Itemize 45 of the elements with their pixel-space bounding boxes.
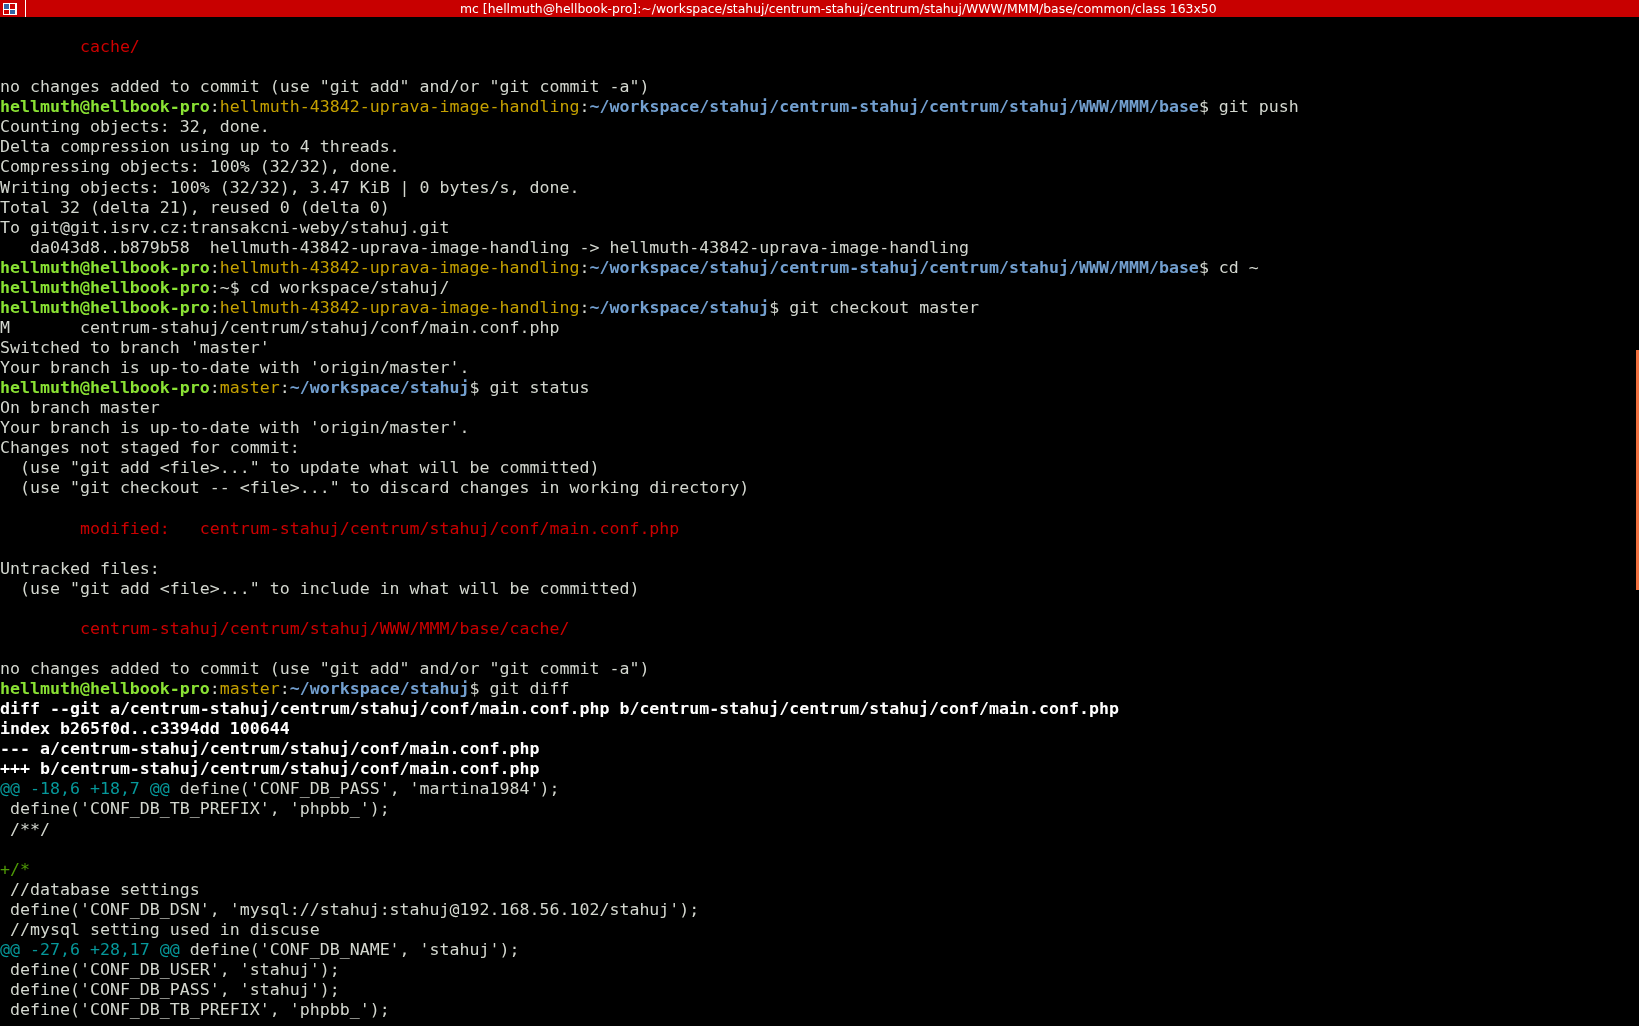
- terminal-line: +++ b/centrum-stahuj/centrum/stahuj/conf/main.conf.php: [0, 759, 540, 780]
- terminal-line: //database settings: [9, 879, 200, 900]
- terminal-line: define('CONF_DB_DSN', 'mysql://stahuj:stahuj@192.168.56.102/stahuj');: [9, 899, 700, 920]
- terminal-line: @@ -27,6 +28,17 @@ define('CONF_DB_NAME', 'stahuj');: [0, 939, 520, 960]
- terminal-line: hellmuth@hellbook-pro:hellmuth-43842-uprava-image-handling:~/workspace/stahuj/centrum-stahuj/centrum/stahuj/WWW/MMM/base$ cd ~: [0, 257, 1259, 278]
- terminal-line: Your branch is up-to-date with 'origin/master'.: [0, 418, 470, 439]
- terminal-line: --- a/centrum-stahuj/centrum/stahuj/conf/main.conf.php: [0, 739, 540, 760]
- terminal-line: //mysql setting used in discuse: [9, 919, 320, 940]
- terminal-line: Delta compression using up to 4 threads.: [0, 137, 400, 158]
- terminal-line: no changes added to commit (use "git add" and/or "git commit -a"): [0, 659, 650, 680]
- terminal-line: hellmuth@hellbook-pro:hellmuth-43842-uprava-image-handling:~/workspace/stahuj/centrum-stahuj/centrum/stahuj/WWW/MMM/base$ git push: [0, 97, 1299, 118]
- terminal-line: Changes not staged for commit:: [0, 438, 300, 459]
- terminal-line: define('CONF_DB_USER', 'stahuj');: [9, 959, 340, 980]
- terminal-line: @@ -18,6 +18,7 @@ define('CONF_DB_PASS', 'martina1984');: [0, 779, 560, 800]
- terminal-line: Total 32 (delta 21), reused 0 (delta 0): [0, 197, 390, 218]
- terminal-line: On branch master: [0, 398, 160, 419]
- terminal-line: To git@git.isrv.cz:transakcni-weby/stahuj.git: [0, 217, 450, 238]
- terminal-line: define('CONF_DB_TB_PREFIX', 'phpbb_');: [9, 1000, 390, 1021]
- terminal-line: cache/: [78, 37, 140, 58]
- terminal-line: hellmuth@hellbook-pro:~$ cd workspace/stahuj/: [0, 277, 450, 298]
- window-title: mc [hellmuth@hellbook-pro]:~/workspace/stahuj/centrum-stahuj/centrum/stahuj/WWW/MMM/base/common/class 163x50: [460, 0, 1217, 17]
- terminal-line: Compressing objects: 100% (32/32), done.: [0, 157, 400, 178]
- terminal-line: (use "git add <file>..." to update what will be committed): [18, 458, 600, 479]
- terminal-line: no changes added to commit (use "git add" and/or "git commit -a"): [0, 77, 650, 98]
- terminal-line: da043d8..b879b58 hellmuth-43842-uprava-image-handling -> hellmuth-43842-uprava-image-handling: [28, 237, 970, 258]
- terminal-line: Switched to branch 'master': [0, 338, 270, 359]
- terminal-line: Your branch is up-to-date with 'origin/master'.: [0, 358, 470, 379]
- terminal-line: +/*: [0, 859, 30, 880]
- terminal-line: (use "git add <file>..." to include in what will be committed): [18, 578, 640, 599]
- terminal-line: Untracked files:: [0, 558, 160, 579]
- terminal-line: M centrum-stahuj/centrum/stahuj/conf/main.conf.php: [0, 317, 560, 338]
- terminal-line: centrum-stahuj/centrum/stahuj/WWW/MMM/base/cache/: [78, 618, 570, 639]
- terminal-line: define('CONF_DB_PASS', 'stahuj');: [9, 980, 340, 1001]
- terminal-line: (use "git checkout -- <file>..." to discard changes in working directory): [18, 478, 750, 499]
- terminal-line: modified: centrum-stahuj/centrum/stahuj/conf/main.conf.php: [78, 518, 680, 539]
- terminal-line: hellmuth@hellbook-pro:master:~/workspace/stahuj$ git status: [0, 378, 590, 399]
- scrollbar-thumb[interactable]: [1636, 350, 1639, 590]
- terminal-line: diff --git a/centrum-stahuj/centrum/stahuj/conf/main.conf.php b/centrum-stahuj/centrum/stahuj/conf/main.conf.php: [0, 699, 1119, 720]
- terminal-line: index b265f0d..c3394dd 100644: [0, 719, 290, 740]
- terminal-line: Writing objects: 100% (32/32), 3.47 KiB | 0 bytes/s, done.: [0, 177, 580, 198]
- terminal-line: /**/: [9, 819, 50, 840]
- terminal-line: Counting objects: 32, done.: [0, 117, 270, 138]
- terminal-line: hellmuth@hellbook-pro:hellmuth-43842-uprava-image-handling:~/workspace/stahuj$ git checkout master: [0, 297, 980, 318]
- terminal-line: hellmuth@hellbook-pro:master:~/workspace/stahuj$ git diff: [0, 679, 570, 700]
- terminal-line: define('CONF_DB_TB_PREFIX', 'phpbb_');: [9, 799, 390, 820]
